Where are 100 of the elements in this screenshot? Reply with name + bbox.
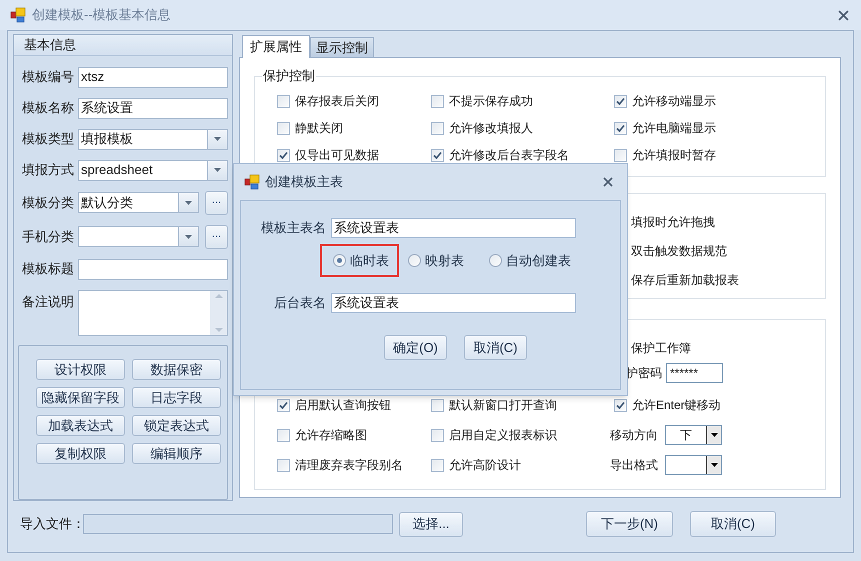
check-icon [433, 150, 442, 160]
caret-icon [185, 234, 192, 239]
field-label: 手机分类 [22, 228, 75, 246]
action-button[interactable]: 复制权限 [36, 442, 125, 464]
text-field[interactable]: 系统设置表 [331, 218, 576, 238]
checkbox-label: 静默关闭 [295, 120, 343, 137]
dropdown[interactable]: spreadsheet [78, 160, 228, 181]
caret-icon [710, 463, 718, 467]
checkbox[interactable] [277, 428, 290, 442]
checkbox-label: 允许修改填报人 [449, 120, 533, 137]
field-label: 后台表名 [273, 294, 326, 312]
checkbox[interactable] [431, 94, 444, 108]
text-field[interactable]: 系统设置表 [331, 293, 576, 313]
field-label: 模板编号 [22, 68, 75, 86]
action-button[interactable]: 锁定表达式 [132, 414, 221, 436]
checkbox[interactable] [277, 458, 290, 472]
checkbox[interactable] [431, 122, 444, 134]
checkbox[interactable] [614, 122, 627, 134]
text-field[interactable]: 系统设置 [78, 98, 228, 119]
password-field[interactable]: ****** [666, 363, 723, 383]
text-area[interactable] [78, 290, 228, 336]
tab[interactable]: 显示控制 [310, 37, 374, 57]
checkbox[interactable] [614, 94, 627, 108]
app-icon [10, 7, 26, 23]
checkbox-label: 启用自定义报表标识 [449, 427, 557, 444]
text-field[interactable]: xtsz [78, 66, 228, 88]
check-icon [616, 400, 625, 410]
dropdown[interactable]: 默认分类 [78, 192, 199, 214]
checkbox-label: 仅导出可见数据 [295, 147, 379, 164]
close-icon[interactable] [838, 10, 849, 20]
checkbox-label: 允许存缩略图 [295, 427, 367, 444]
checkbox[interactable] [431, 458, 444, 472]
radio-button[interactable]: 映射表 [408, 250, 464, 270]
dropdown-button[interactable] [706, 456, 721, 474]
checkbox[interactable] [431, 148, 444, 162]
radio-button[interactable]: 自动创建表 [489, 250, 571, 270]
field-label: 移动方向 [610, 427, 658, 444]
action-button[interactable]: 设计权限 [36, 358, 125, 380]
dialog-title: 创建模板主表 [265, 173, 344, 192]
action-button[interactable]: 日志字段 [132, 386, 221, 408]
caret-icon [185, 200, 192, 205]
cancel-button[interactable]: 取消(C) [690, 511, 776, 537]
checkbox[interactable] [614, 148, 627, 162]
window-title: 创建模板--模板基本信息 [32, 6, 172, 24]
action-button[interactable]: 加载表达式 [36, 414, 125, 436]
caret-icon [710, 433, 718, 437]
field-label: 模板名称 [22, 99, 75, 118]
check-icon [279, 400, 288, 410]
checkbox-label: 允许Enter键移动 [632, 397, 721, 414]
option-label: 保存后重新加载报表 [631, 272, 740, 289]
field-label: 备注说明 [22, 292, 75, 311]
scroll-up-icon[interactable] [214, 294, 222, 298]
checkbox[interactable] [277, 148, 290, 162]
scrollbar[interactable] [210, 290, 227, 335]
more-button[interactable]: ... [205, 224, 228, 249]
dropdown[interactable]: 填报模板 [78, 128, 228, 150]
field-label: 导出格式 [610, 457, 658, 474]
checkbox-label: 允许填报时暂存 [632, 147, 716, 164]
option-label: 填报时允许拖拽 [631, 214, 716, 231]
dialog-button[interactable]: 确定(O) [384, 335, 447, 360]
file-path-field[interactable] [83, 514, 393, 534]
dropdown[interactable]: 下 [665, 425, 722, 445]
checkbox-label: 允许电脑端显示 [632, 120, 716, 137]
caret-icon [214, 168, 221, 172]
checkbox-label: 允许修改后台表字段名 [449, 147, 569, 164]
checkbox[interactable] [277, 94, 290, 108]
action-button[interactable]: 编辑顺序 [132, 442, 221, 464]
action-button[interactable]: 数据保密 [132, 358, 221, 380]
field-label: 导入文件： [20, 515, 83, 534]
option-label: 保护工作簿 [631, 340, 691, 357]
checkbox[interactable] [614, 398, 627, 412]
choose-button[interactable]: 选择... [399, 512, 463, 536]
dialog-button[interactable]: 取消(C) [464, 335, 527, 360]
tab[interactable]: 扩展属性 [242, 35, 310, 58]
checkbox-label: 保存报表后关闭 [295, 93, 379, 110]
field-label: 模板分类 [22, 194, 75, 212]
dropdown[interactable] [665, 455, 722, 475]
text-field[interactable] [78, 258, 228, 280]
close-icon[interactable] [603, 177, 613, 187]
panel-title: 基本信息 [24, 36, 76, 54]
checkbox[interactable] [431, 428, 444, 442]
checkbox-label: 默认新窗口打开查询 [449, 397, 557, 414]
checkbox[interactable] [277, 122, 290, 134]
app-icon [244, 174, 260, 190]
field-label: 模板标题 [22, 260, 75, 278]
caret-icon [214, 137, 221, 142]
radio-button[interactable]: 临时表 [333, 250, 389, 270]
checkbox-label: 允许移动端显示 [632, 93, 716, 110]
more-button[interactable]: ... [205, 190, 228, 215]
scroll-down-icon[interactable] [214, 328, 222, 332]
next-button[interactable]: 下一步(N) [586, 511, 673, 537]
check-icon [279, 150, 288, 160]
field-label: 模板类型 [22, 130, 75, 148]
dropdown-button[interactable] [706, 426, 721, 444]
checkbox[interactable] [277, 398, 290, 412]
checkbox-label: 清理废弃表字段别名 [295, 457, 403, 474]
action-button[interactable]: 隐藏保留字段 [36, 386, 125, 408]
check-icon [616, 124, 625, 132]
field-label: 模板主表名 [260, 219, 326, 238]
checkbox[interactable] [431, 398, 444, 412]
